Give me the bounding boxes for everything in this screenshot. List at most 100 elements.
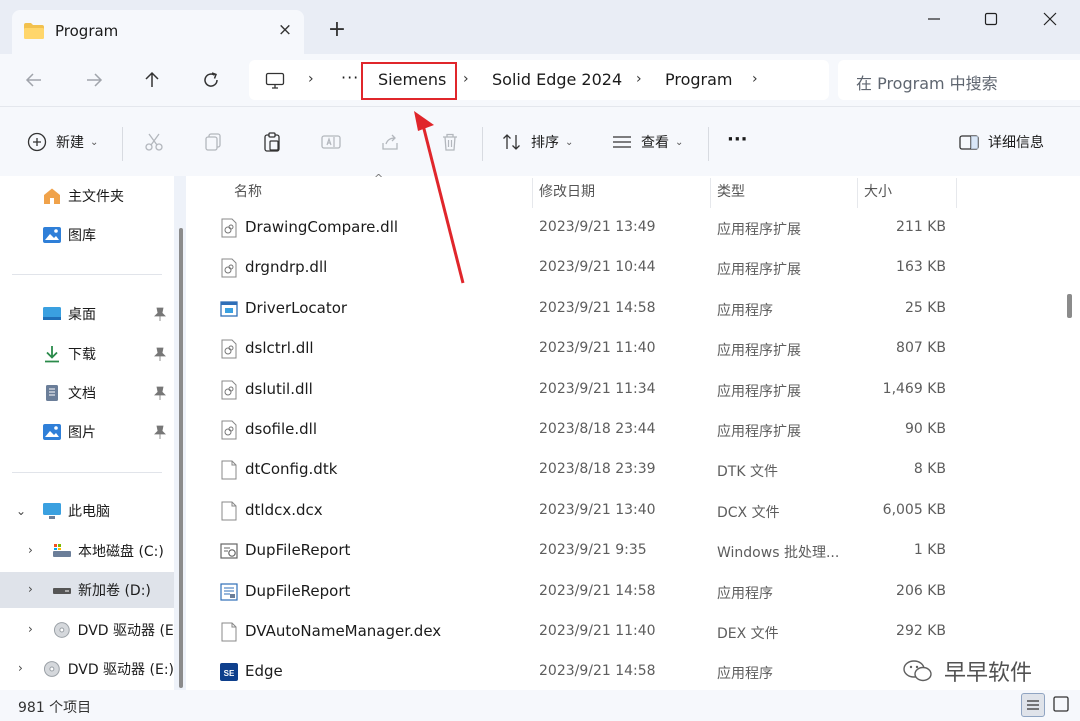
column-header-size[interactable]: 大小: [864, 176, 892, 208]
sidebar-scrollbar[interactable]: [179, 228, 183, 688]
tab-close-button[interactable]: ×: [274, 19, 296, 41]
file-type: 应用程序扩展: [717, 424, 801, 440]
sidebar-item-documents[interactable]: 文档: [0, 375, 174, 411]
back-button[interactable]: [20, 66, 48, 94]
pictures-icon: [43, 424, 61, 440]
sidebar-item-drive-d[interactable]: › 新加卷 (D:): [0, 572, 174, 608]
table-row[interactable]: DupFileReport 2023/9/21 14:58 应用程序 206 KB: [186, 572, 1056, 612]
refresh-button[interactable]: [197, 66, 225, 94]
table-row[interactable]: dtldcx.dcx 2023/9/21 13:40 DCX 文件 6,005 KB: [186, 491, 1056, 531]
sidebar-item-label: 桌面: [68, 307, 96, 323]
breadcrumb-program[interactable]: Program: [665, 70, 733, 89]
table-row[interactable]: dtConfig.dtk 2023/8/18 23:39 DTK 文件 8 KB: [186, 450, 1056, 490]
table-row[interactable]: dsofile.dll 2023/8/18 23:44 应用程序扩展 90 KB: [186, 410, 1056, 450]
dll-icon: [220, 380, 238, 400]
pin-icon[interactable]: [154, 307, 166, 321]
file-name: DrawingCompare.dll: [245, 218, 399, 236]
chevron-right-icon[interactable]: ›: [28, 543, 33, 557]
column-divider[interactable]: [710, 178, 711, 208]
table-row[interactable]: dslutil.dll 2023/9/21 11:34 应用程序扩展 1,469 KB: [186, 370, 1056, 410]
tab-title: Program: [55, 22, 119, 40]
share-icon[interactable]: [379, 131, 401, 153]
sidebar-item-dvd-drive[interactable]: › DVD 驱动器 (E: [0, 612, 174, 648]
chevron-right-icon[interactable]: ›: [18, 661, 23, 675]
sidebar-item-label: 此电脑: [68, 504, 110, 520]
sort-button[interactable]: 排序 ⌄: [501, 131, 573, 153]
column-header-modified[interactable]: 修改日期: [539, 176, 595, 208]
pin-icon[interactable]: [154, 347, 166, 361]
breadcrumb-overflow[interactable]: ···: [341, 68, 359, 87]
divider: [482, 127, 483, 161]
more-options-button[interactable]: ···: [727, 129, 748, 150]
file-modified-date: 2023/9/21 11:40: [539, 340, 656, 357]
sidebar-item-label: 文档: [68, 386, 96, 402]
sidebar-item-drive-c[interactable]: › 本地磁盘 (C:): [0, 533, 174, 569]
file-icon: [220, 501, 238, 521]
document-icon: [46, 385, 58, 401]
maximize-button[interactable]: [969, 6, 1013, 32]
sidebar-item-label: 图片: [68, 425, 96, 441]
tab-program[interactable]: Program ×: [12, 10, 304, 54]
chevron-down-icon: ⌄: [90, 136, 99, 148]
chevron-right-icon[interactable]: ›: [28, 622, 33, 636]
column-header-type[interactable]: 类型: [717, 176, 745, 208]
divider: [708, 127, 709, 161]
title-bar: Program × +: [0, 0, 1080, 54]
view-button[interactable]: 查看 ⌄: [611, 131, 683, 153]
cut-icon[interactable]: [143, 131, 165, 153]
up-button[interactable]: [138, 66, 166, 94]
divider: [12, 274, 162, 275]
details-view-button[interactable]: [1021, 693, 1045, 717]
table-row[interactable]: DVAutoNameManager.dex 2023/9/21 11:40 DEX …: [186, 612, 1056, 652]
pin-icon[interactable]: [154, 386, 166, 400]
copy-icon[interactable]: [202, 131, 224, 153]
close-window-button[interactable]: [1028, 6, 1072, 32]
sidebar-item-dvd-drive-e[interactable]: › DVD 驱动器 (E:): [0, 651, 174, 687]
breadcrumb-solid-edge-2024[interactable]: Solid Edge 2024: [492, 70, 622, 89]
search-placeholder: 在 Program 中搜索: [856, 74, 998, 93]
sidebar-item-pictures[interactable]: 图片: [0, 414, 174, 450]
forward-button[interactable]: [80, 66, 108, 94]
minimize-icon: [928, 18, 940, 20]
table-row[interactable]: drgndrp.dll 2023/9/21 10:44 应用程序扩展 163 KB: [186, 248, 1056, 288]
details-pane-button[interactable]: 详细信息: [958, 131, 1044, 153]
file-icon: [220, 460, 238, 480]
paste-icon[interactable]: [261, 131, 283, 153]
sidebar-item-this-pc[interactable]: ⌄ 此电脑: [0, 493, 174, 529]
arrow-left-icon: [25, 73, 41, 87]
minimize-button[interactable]: [912, 6, 956, 32]
chevron-down-icon: ⌄: [565, 136, 574, 148]
column-divider[interactable]: [857, 178, 858, 208]
chevron-right-icon[interactable]: ›: [28, 582, 33, 596]
address-bar[interactable]: › ··· Siemens › Solid Edge 2024 › Progra…: [249, 60, 829, 100]
sidebar-item-label: 主文件夹: [68, 189, 124, 205]
file-name: dslctrl.dll: [245, 339, 314, 358]
new-tab-button[interactable]: +: [325, 18, 349, 42]
pin-icon[interactable]: [154, 425, 166, 439]
file-modified-date: 2023/8/18 23:44: [539, 421, 656, 437]
sidebar-item-downloads[interactable]: 下载: [0, 336, 174, 372]
search-box[interactable]: 在 Program 中搜索: [838, 60, 1080, 100]
divider: [12, 472, 162, 473]
sidebar-item-desktop[interactable]: 桌面: [0, 296, 174, 332]
arrow-up-icon: [145, 71, 159, 87]
chevron-down-icon[interactable]: ⌄: [16, 504, 26, 518]
table-row[interactable]: dslctrl.dll 2023/9/21 11:40 应用程序扩展 807 KB: [186, 329, 1056, 369]
sidebar-item-gallery[interactable]: 图库: [0, 217, 174, 253]
rename-icon[interactable]: [320, 131, 342, 153]
watermark: 早早软件: [903, 655, 1032, 687]
new-button[interactable]: 新建 ⌄: [26, 131, 98, 153]
column-divider[interactable]: [532, 178, 533, 208]
sidebar-item-home[interactable]: 主文件夹: [0, 178, 174, 214]
tiles-view-button[interactable]: [1050, 693, 1074, 717]
table-row[interactable]: DriverLocator 2023/9/21 14:58 应用程序 25 KB: [186, 289, 1056, 329]
table-row[interactable]: DupFileReport 2023/9/21 9:35 Windows 批处理..…: [186, 531, 1056, 571]
file-name: dslutil.dll: [245, 379, 313, 398]
file-list-scrollbar[interactable]: [1067, 294, 1072, 318]
view-label: 查看: [641, 135, 669, 151]
file-type: 应用程序扩展: [717, 343, 801, 360]
file-modified-date: 2023/9/21 14:58: [539, 582, 656, 599]
table-row[interactable]: DrawingCompare.dll 2023/9/21 13:49 应用程序扩展 2…: [186, 208, 1056, 248]
column-header-name[interactable]: 名称: [234, 176, 262, 208]
column-divider[interactable]: [956, 178, 957, 208]
